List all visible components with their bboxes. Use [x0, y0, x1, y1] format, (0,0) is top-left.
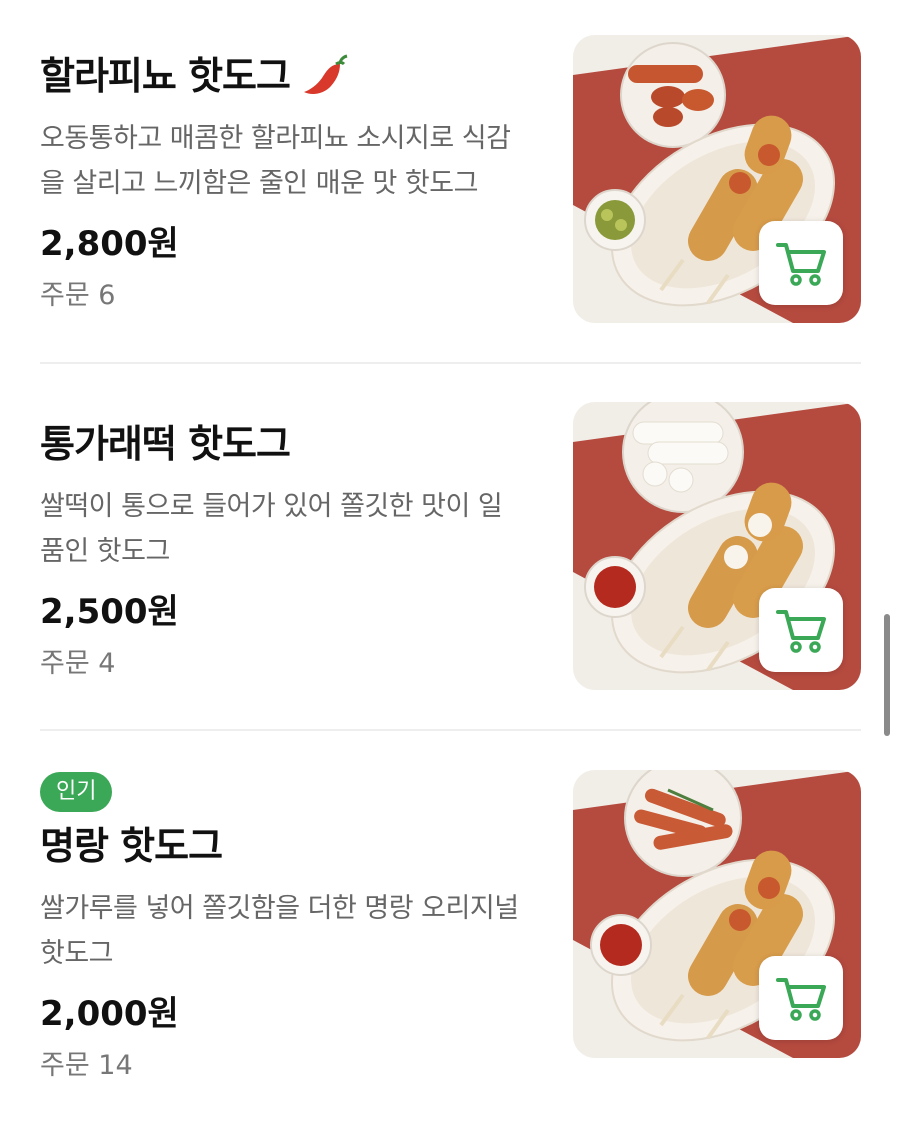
menu-item-name-row: 통가래떡 핫도그: [40, 420, 540, 468]
shopping-cart-icon: [776, 243, 826, 286]
menu-item-order-count: 주문 14: [40, 1050, 133, 1081]
menu-item-info: 할라피뇨 핫도그 오동통하고 매콤한 할라피뇨 소시지로 식감을 살리고 느끼함…: [40, 52, 540, 316]
menu-item-order-count: 주문 6: [40, 280, 116, 311]
menu-item-order-count: 주문 4: [40, 648, 116, 679]
shopping-cart-icon: [776, 978, 826, 1021]
vertical-scrollbar[interactable]: [884, 614, 890, 736]
chili-pepper-icon: [303, 54, 348, 94]
menu-item-price: 2,500원: [40, 592, 179, 632]
menu-item-price: 2,000원: [40, 994, 179, 1034]
popular-badge: 인기: [40, 772, 113, 812]
menu-item-name: 명랑 핫도그: [40, 824, 223, 868]
menu-item-photo[interactable]: [573, 770, 861, 1058]
menu-item-description: 쌀떡이 통으로 들어가 있어 쫄깃한 맛이 일품인 핫도그: [40, 491, 503, 567]
menu-item-info: 통가래떡 핫도그 쌀떡이 통으로 들어가 있어 쫄깃한 맛이 일품인 핫도그 2…: [40, 420, 540, 684]
menu-item-photo[interactable]: [573, 402, 861, 690]
menu-item-name: 할라피뇨 핫도그: [40, 54, 291, 98]
menu-item-name-row: 명랑 핫도그: [40, 822, 540, 870]
add-to-cart-button[interactable]: [759, 221, 843, 305]
shopping-cart-icon: [776, 610, 826, 653]
item-divider: [40, 729, 861, 731]
add-to-cart-button[interactable]: [759, 588, 843, 672]
item-divider: [40, 362, 861, 364]
menu-item-name-row: 할라피뇨 핫도그: [40, 52, 540, 100]
add-to-cart-button[interactable]: [759, 956, 843, 1040]
menu-item-description: 오동통하고 매콤한 할라피뇨 소시지로 식감을 살리고 느끼함은 줄인 매운 맛…: [40, 123, 511, 199]
menu-item-description: 쌀가루를 넣어 쫄깃함을 더한 명랑 오리지널 핫도그: [40, 893, 519, 969]
menu-item-price: 2,800원: [40, 224, 179, 264]
menu-item-info: 인기 명랑 핫도그 쌀가루를 넣어 쫄깃함을 더한 명랑 오리지널 핫도그 2,…: [40, 772, 540, 1086]
menu-item-photo[interactable]: [573, 35, 861, 323]
menu-item-name: 통가래떡 핫도그: [40, 422, 291, 466]
